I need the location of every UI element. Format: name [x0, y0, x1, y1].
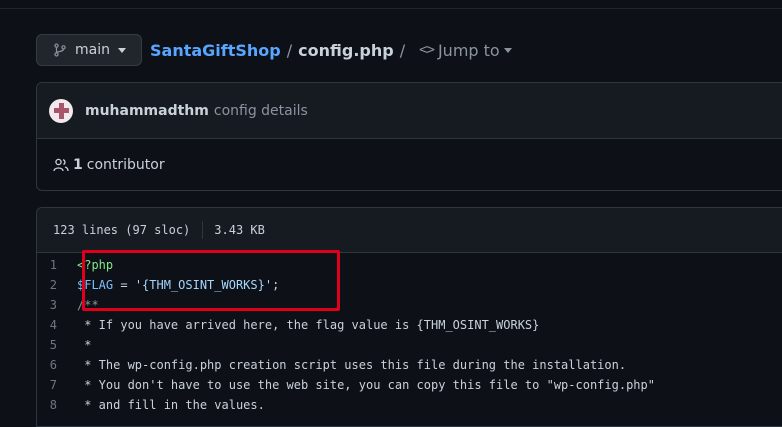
breadcrumb-separator: /	[399, 40, 406, 60]
code-line: 7 * You don't have to use the web site, …	[37, 375, 782, 395]
avatar-mark	[54, 107, 69, 113]
line-number[interactable]: 5	[37, 338, 77, 352]
line-number[interactable]: 6	[37, 358, 77, 372]
jump-to-label: Jump to	[437, 40, 500, 60]
divider	[202, 221, 204, 239]
code-line: 8 * and fill in the values.	[37, 395, 782, 415]
breadcrumb: SantaGiftShop / config.php / <> Jump to	[150, 39, 512, 61]
git-branch-icon	[54, 43, 66, 57]
branch-label: main	[75, 42, 110, 58]
people-icon	[53, 158, 69, 172]
code-icon: <>	[419, 42, 435, 58]
latest-commit-box: muhammadthm config details 1 contributor	[36, 82, 782, 191]
line-number[interactable]: 7	[37, 378, 77, 392]
highlight-annotation-box	[82, 250, 340, 311]
chevron-down-icon	[117, 47, 126, 53]
line-content: * You don't have to use the web site, yo…	[77, 378, 655, 392]
file-size: 3.43 KB	[214, 223, 265, 237]
line-content: * The wp-config.php creation script uses…	[77, 358, 627, 372]
contributor-label: contributor	[86, 157, 165, 173]
line-content: * and fill in the values.	[77, 398, 265, 412]
line-number[interactable]: 2	[37, 278, 77, 292]
line-number[interactable]: 3	[37, 298, 77, 312]
file-viewer: 123 lines (97 sloc) 3.43 KB 1 <?php 2 $F…	[36, 207, 782, 427]
jump-to-button[interactable]: <> Jump to	[419, 41, 512, 60]
line-count: 123 lines (97 sloc)	[53, 223, 191, 237]
code-line: 4 * If you have arrived here, the flag v…	[37, 315, 782, 335]
line-content: *	[77, 338, 92, 352]
chevron-down-icon	[503, 47, 512, 53]
commit-author-link[interactable]: muhammadthm	[85, 103, 209, 119]
line-number[interactable]: 4	[37, 318, 77, 332]
file-name: config.php	[298, 40, 394, 60]
contributors-row[interactable]: 1 contributor	[37, 139, 782, 191]
contributor-count: 1	[73, 157, 83, 173]
code-line: 6 * The wp-config.php creation script us…	[37, 355, 782, 375]
avatar[interactable]	[49, 98, 73, 123]
commit-message-link[interactable]: config details	[214, 103, 308, 119]
line-number[interactable]: 8	[37, 398, 77, 412]
branch-selector-button[interactable]: main	[36, 34, 142, 66]
code-line: 5 *	[37, 335, 782, 355]
breadcrumb-separator: /	[286, 40, 293, 60]
file-info-header: 123 lines (97 sloc) 3.43 KB	[37, 208, 782, 253]
line-content: * If you have arrived here, the flag val…	[77, 318, 540, 332]
line-number[interactable]: 1	[37, 258, 77, 272]
repo-link[interactable]: SantaGiftShop	[150, 41, 281, 60]
top-divider	[0, 8, 782, 9]
commit-header: muhammadthm config details	[37, 83, 782, 139]
